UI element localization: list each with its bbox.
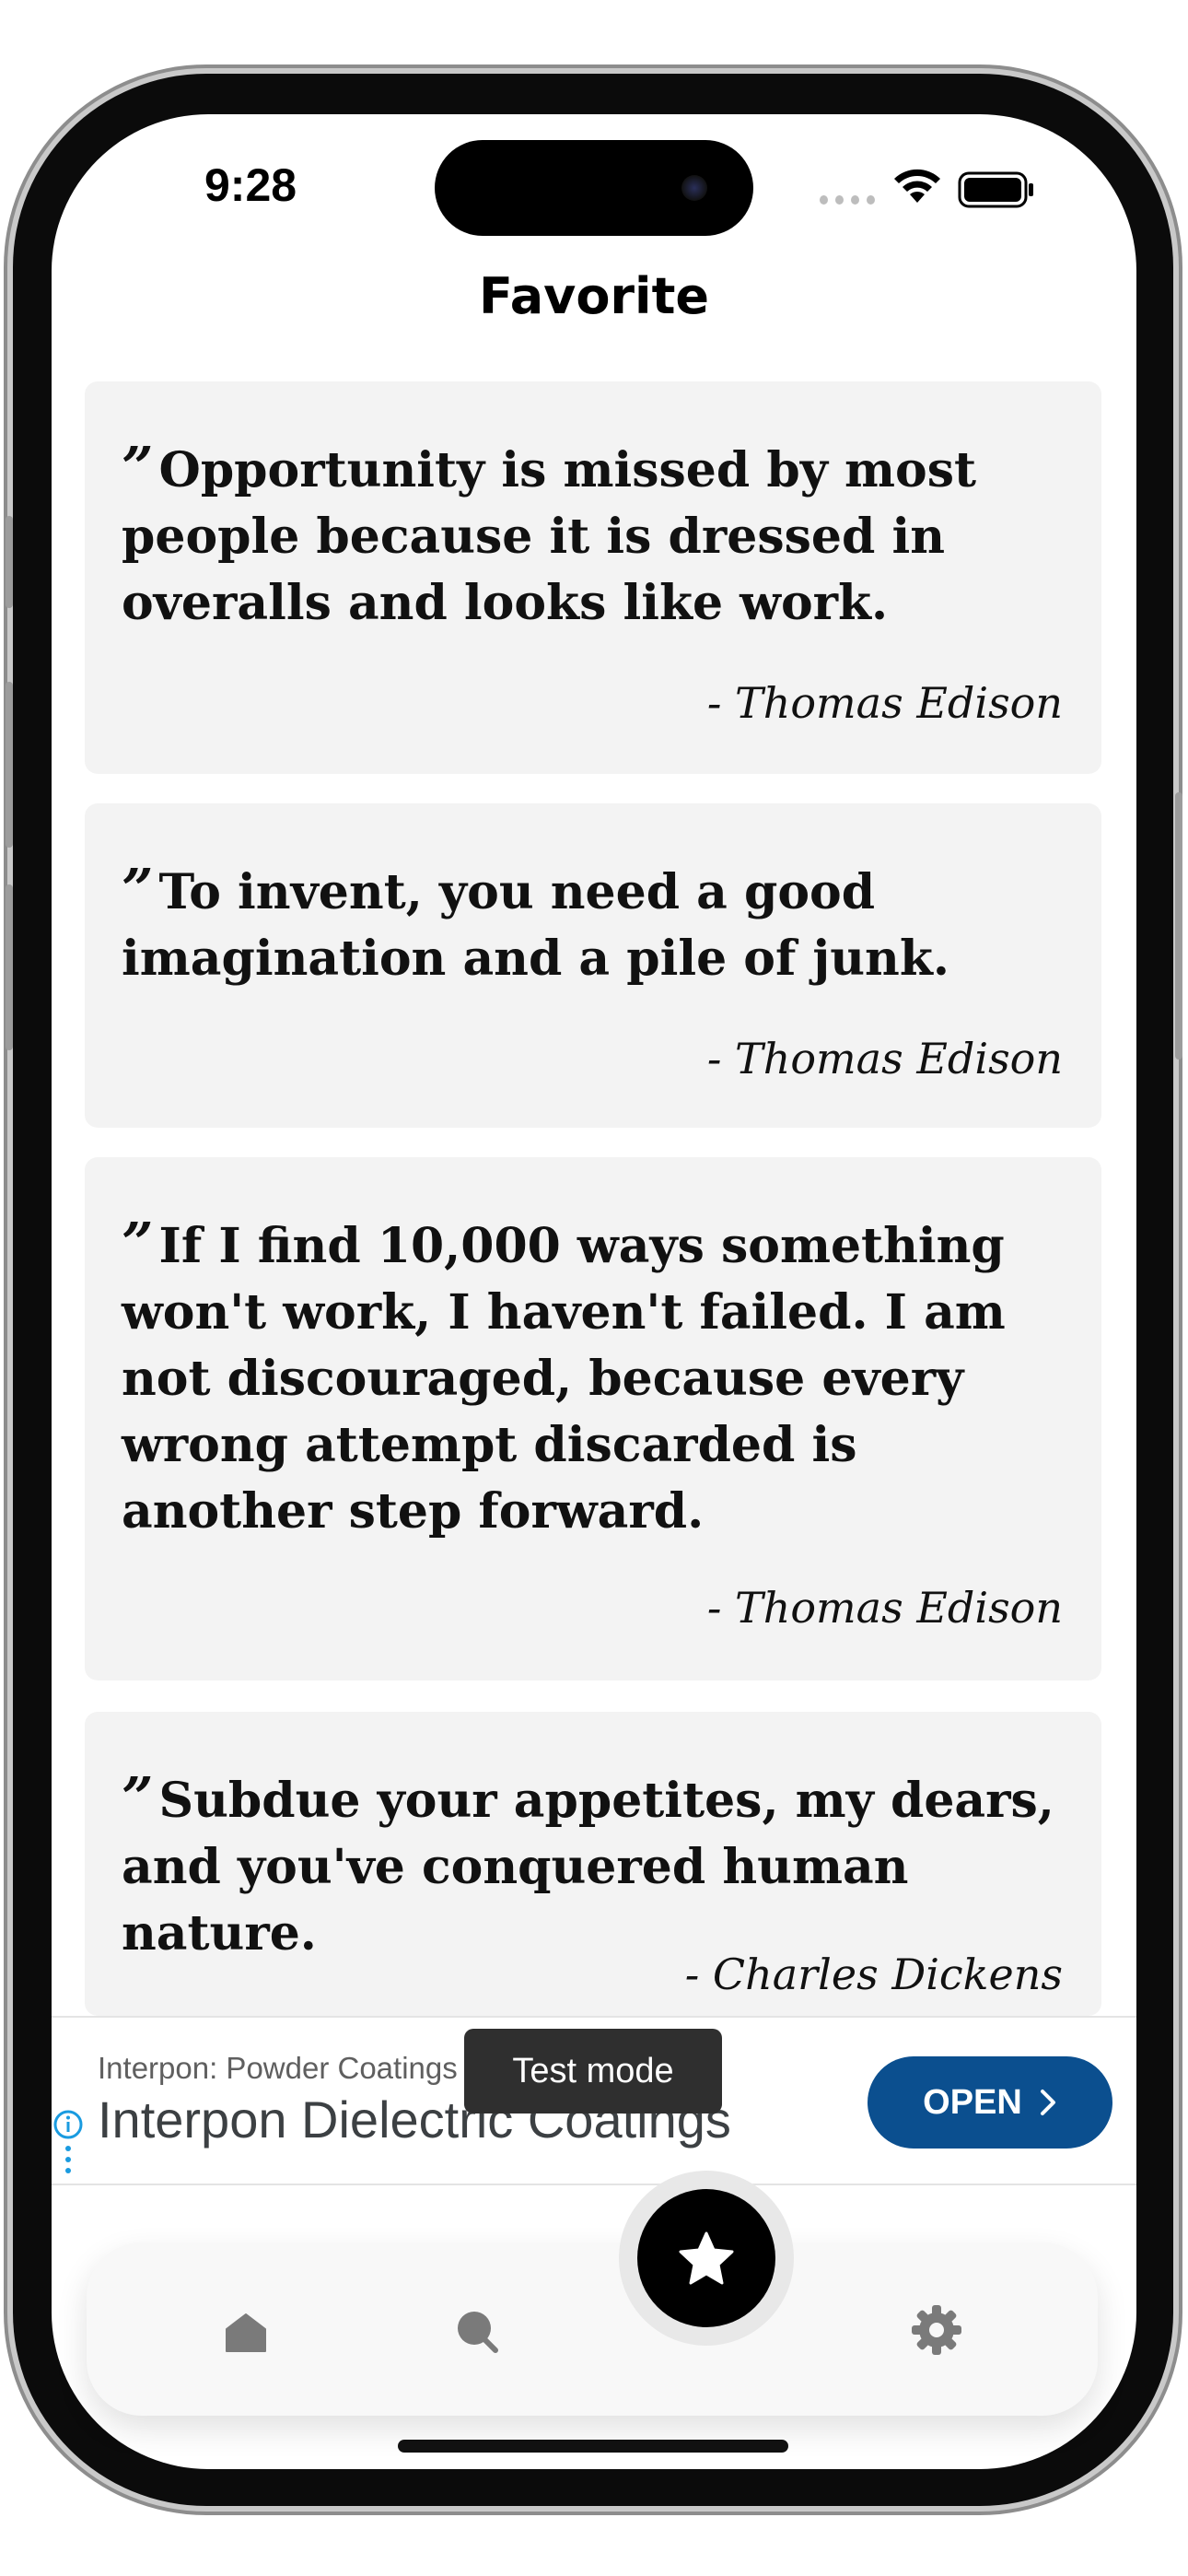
cellular-signal-icon — [820, 195, 875, 205]
ad-info-icon[interactable] — [52, 2108, 88, 2182]
quote-text: ” If I find 10,000 ways something won't w… — [122, 1212, 1006, 1540]
search-icon[interactable] — [455, 2309, 501, 2355]
ad-advertiser: Interpon: Powder Coatings — [98, 2051, 458, 2085]
open-button[interactable]: OPEN — [868, 2056, 1112, 2149]
volume-down-button — [6, 884, 13, 1050]
quote-author: - Thomas Edison — [706, 678, 1063, 728]
quote-mark-icon: ” — [122, 1212, 154, 1276]
quote-text: ” Subdue your appetites, my dears, and yo… — [122, 1766, 1054, 1961]
quote-mark-icon: ” — [122, 858, 154, 922]
quote-card[interactable]: ” Opportunity is missed by most people be… — [85, 381, 1101, 774]
test-mode-badge: Test mode — [464, 2029, 722, 2113]
dynamic-island — [435, 140, 753, 236]
home-indicator[interactable] — [398, 2440, 788, 2453]
favorite-tab-button[interactable] — [637, 2189, 775, 2327]
power-button — [1175, 792, 1182, 1060]
quote-text: ” To invent, you need a good imagination … — [122, 858, 949, 987]
quote-text: ” Opportunity is missed by most people be… — [122, 436, 977, 631]
status-time: 9:28 — [204, 159, 297, 211]
quote-author: - Thomas Edison — [706, 1034, 1063, 1083]
home-icon[interactable] — [223, 2309, 269, 2355]
gear-icon[interactable] — [910, 2303, 963, 2357]
quote-card[interactable]: ” Subdue your appetites, my dears, and yo… — [85, 1712, 1101, 2016]
battery-icon — [958, 171, 1033, 208]
chevron-right-icon — [1040, 2090, 1055, 2115]
quote-author: - Charles Dickens — [684, 1950, 1063, 1999]
wifi-icon — [894, 169, 940, 203]
action-button — [6, 516, 13, 608]
page-title: Favorite — [478, 267, 710, 325]
volume-up-button — [6, 682, 13, 848]
quote-mark-icon: ” — [122, 436, 154, 500]
camera-icon — [681, 175, 707, 201]
quote-author: - Thomas Edison — [706, 1583, 1063, 1633]
star-icon — [679, 2231, 734, 2285]
quote-card[interactable]: ” To invent, you need a good imagination … — [85, 803, 1101, 1128]
quote-card[interactable]: ” If I find 10,000 ways something won't w… — [85, 1157, 1101, 1680]
open-button-label: OPEN — [923, 2082, 1022, 2122]
quote-mark-icon: ” — [122, 1766, 154, 1831]
